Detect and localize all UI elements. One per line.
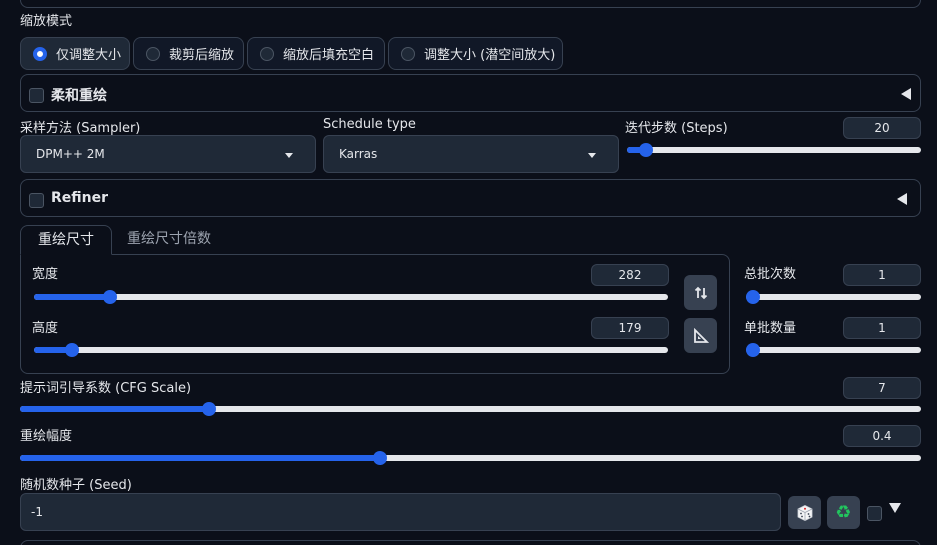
radio-resize-only[interactable]: 仅调整大小	[20, 37, 130, 70]
slider-thumb[interactable]	[103, 290, 118, 304]
steps-number-input[interactable]: 20	[843, 117, 921, 139]
width-slider[interactable]	[34, 290, 668, 304]
slider-fill	[20, 455, 381, 461]
slider-fill	[34, 294, 111, 300]
refiner-title: Refiner	[51, 190, 109, 206]
radio-label: 仅调整大小	[56, 48, 122, 63]
denoise-slider[interactable]	[20, 451, 921, 465]
collapse-arrow-icon[interactable]	[901, 88, 911, 100]
slider-thumb[interactable]	[373, 451, 388, 465]
soft-inpaint-checkbox[interactable]	[29, 88, 44, 103]
sampler-value: DPM++ 2M	[36, 147, 105, 161]
radio-indicator	[401, 46, 415, 61]
chevron-down-icon	[588, 153, 596, 158]
schedule-label: Schedule type	[323, 117, 416, 132]
radio-label: 缩放后填充空白	[283, 48, 375, 63]
radio-indicator	[260, 46, 274, 61]
tab-label: 重绘尺寸倍数	[127, 231, 211, 247]
height-number-input[interactable]: 179	[591, 317, 669, 339]
previous-panel-edge	[20, 0, 921, 8]
radio-indicator	[33, 46, 47, 61]
resize-mode-label: 缩放模式	[20, 14, 73, 29]
swap-arrows-icon	[694, 286, 707, 299]
reuse-seed-button[interactable]: ♻	[827, 496, 860, 529]
refiner-accordion[interactable]: Refiner	[20, 179, 921, 217]
aspect-ratio-button[interactable]	[684, 318, 717, 353]
radio-label: 调整大小 (潜空间放大)	[424, 48, 556, 63]
cfg-slider[interactable]	[20, 402, 921, 416]
batch-count-slider[interactable]	[746, 290, 921, 304]
radio-latent-upscale[interactable]: 调整大小 (潜空间放大)	[388, 37, 563, 70]
set-square-icon	[693, 327, 709, 343]
tab-label: 重绘尺寸	[38, 232, 94, 248]
height-label: 高度	[32, 321, 59, 336]
slider-thumb[interactable]	[65, 343, 80, 357]
batch-count-number-input[interactable]: 1	[843, 264, 921, 286]
cfg-label: 提示词引导系数 (CFG Scale)	[20, 381, 192, 396]
slider-thumb[interactable]	[746, 343, 760, 357]
expand-triangle-icon[interactable]	[889, 503, 901, 513]
extra-seed-checkbox[interactable]	[867, 506, 882, 521]
radio-label: 裁剪后缩放	[169, 48, 235, 63]
next-panel-edge	[20, 540, 921, 545]
batch-size-number-input[interactable]: 1	[843, 317, 921, 339]
chevron-down-icon	[285, 153, 293, 158]
schedule-dropdown[interactable]: Karras	[323, 135, 619, 173]
denoise-label: 重绘幅度	[20, 429, 73, 444]
tab-resize-by[interactable]: 重绘尺寸倍数	[127, 225, 211, 255]
seed-input[interactable]: -1	[20, 493, 781, 531]
slider-thumb[interactable]	[639, 143, 654, 157]
denoise-number-input[interactable]: 0.4	[843, 425, 921, 447]
tab-resize-to[interactable]: 重绘尺寸	[20, 225, 112, 255]
slider-fill	[20, 406, 210, 412]
radio-resize-and-fill[interactable]: 缩放后填充空白	[247, 37, 385, 70]
steps-slider[interactable]	[627, 143, 921, 157]
collapse-arrow-icon[interactable]	[897, 193, 907, 205]
dice-icon	[797, 504, 812, 521]
width-label: 宽度	[32, 267, 59, 282]
random-seed-button[interactable]	[788, 496, 821, 529]
seed-label: 随机数种子 (Seed)	[20, 478, 132, 493]
slider-thumb[interactable]	[746, 290, 760, 304]
slider-thumb[interactable]	[202, 402, 217, 416]
sampler-label: 采样方法 (Sampler)	[20, 121, 141, 136]
soft-inpaint-accordion[interactable]: 柔和重绘	[20, 74, 921, 112]
recycle-icon: ♻	[835, 501, 852, 523]
swap-dimensions-button[interactable]	[684, 275, 717, 310]
soft-inpaint-title: 柔和重绘	[51, 88, 107, 104]
batch-size-slider[interactable]	[746, 343, 921, 357]
radio-indicator	[146, 46, 160, 61]
cfg-number-input[interactable]: 7	[843, 377, 921, 399]
batch-count-label: 总批次数	[744, 267, 797, 282]
refiner-checkbox[interactable]	[29, 193, 44, 208]
radio-crop-and-resize[interactable]: 裁剪后缩放	[133, 37, 244, 70]
steps-label: 迭代步数 (Steps)	[625, 121, 728, 136]
batch-size-label: 单批数量	[744, 321, 797, 336]
seed-value: -1	[31, 505, 43, 519]
sampler-dropdown[interactable]: DPM++ 2M	[20, 135, 316, 173]
height-slider[interactable]	[34, 343, 668, 357]
width-number-input[interactable]: 282	[591, 264, 669, 286]
schedule-value: Karras	[339, 147, 378, 161]
